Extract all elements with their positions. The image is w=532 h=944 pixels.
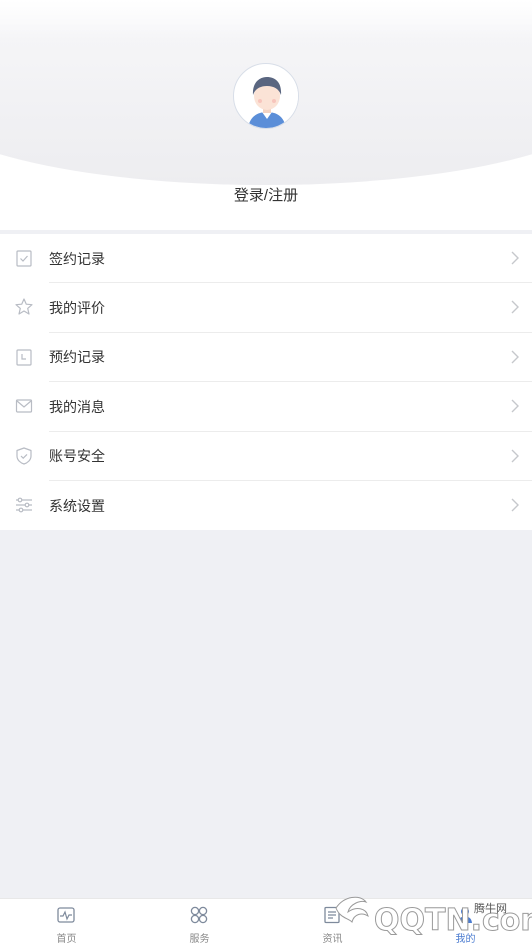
- chevron-right-icon: [510, 399, 520, 413]
- menu-item-label: 我的评价: [49, 300, 105, 317]
- tab-home[interactable]: 首页: [0, 899, 133, 944]
- menu-item-appointments[interactable]: 预约记录: [0, 333, 532, 383]
- menu-item-my-reviews[interactable]: 我的评价: [0, 283, 532, 333]
- qqtn-logo-icon: QQTN.com: [335, 896, 532, 939]
- svg-text:QQTN.com: QQTN.com: [374, 903, 532, 938]
- services-icon: [189, 905, 209, 925]
- tab-label: 服务: [189, 934, 210, 944]
- chevron-right-icon: [510, 449, 520, 463]
- profile-menu: 签约记录 我的评价 预约记录 我的消息 账号安全 系统设置: [0, 234, 532, 531]
- menu-item-system-settings[interactable]: 系统设置: [0, 481, 532, 530]
- chevron-right-icon: [510, 300, 520, 314]
- watermark-site-label: 腾牛网: [474, 902, 507, 915]
- watermark-logo: QQTN.com: [326, 888, 532, 944]
- menu-item-signed-records[interactable]: 签约记录: [0, 234, 532, 284]
- chevron-right-icon: [510, 350, 520, 364]
- menu-item-messages[interactable]: 我的消息: [0, 382, 532, 432]
- signed-record-icon: [14, 248, 34, 268]
- chevron-right-icon: [510, 498, 520, 512]
- menu-item-label: 签约记录: [49, 250, 105, 267]
- chevron-right-icon: [510, 251, 520, 265]
- header-fade: [0, 0, 532, 40]
- star-icon: [14, 297, 34, 317]
- menu-item-account-security[interactable]: 账号安全: [0, 432, 532, 481]
- menu-item-label: 预约记录: [49, 349, 105, 366]
- mail-icon: [14, 396, 34, 416]
- menu-item-label: 系统设置: [49, 497, 105, 514]
- home-pulse-icon: [56, 905, 76, 925]
- calendar-icon: [14, 347, 34, 367]
- menu-item-label: 我的消息: [49, 398, 105, 415]
- avatar[interactable]: [233, 63, 299, 129]
- tab-services[interactable]: 服务: [133, 899, 266, 944]
- avatar-illustration: [235, 65, 298, 128]
- tab-label: 首页: [56, 934, 77, 944]
- shield-icon: [14, 446, 34, 466]
- menu-item-label: 账号安全: [49, 448, 105, 465]
- sliders-icon: [14, 495, 34, 515]
- login-register-link[interactable]: 登录/注册: [0, 184, 532, 205]
